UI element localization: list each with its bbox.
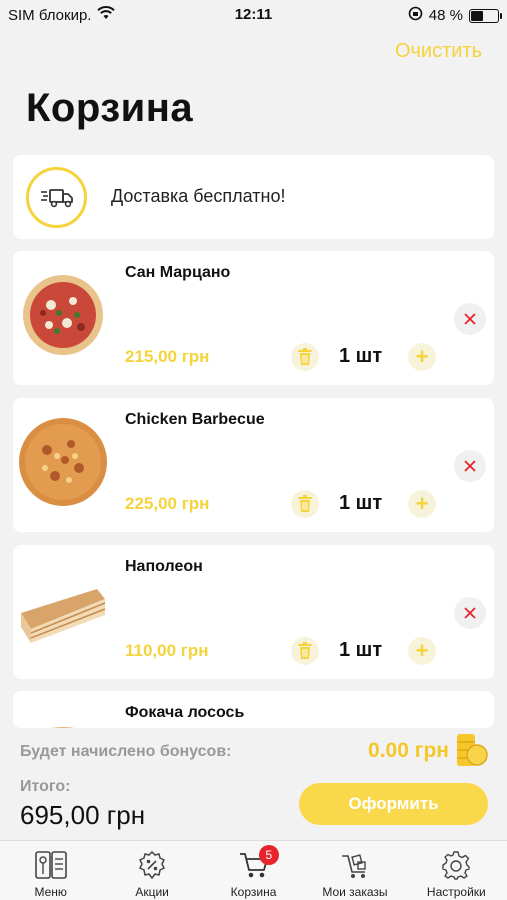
item-price: 215,00 грн xyxy=(125,347,210,366)
close-icon xyxy=(464,460,476,472)
orders-cart-icon xyxy=(337,847,373,883)
delivery-text: Доставка бесплатно! xyxy=(111,186,286,206)
coins-icon xyxy=(455,732,489,768)
pizza-image xyxy=(17,416,109,508)
rotation-lock-icon xyxy=(408,6,423,25)
focaccia-image xyxy=(17,709,109,728)
battery-icon xyxy=(469,8,502,23)
status-right: 48 % xyxy=(408,6,502,25)
truck-icon xyxy=(26,167,87,228)
item-name: Сан Марцано xyxy=(125,264,231,281)
tab-promotions[interactable]: Акции xyxy=(101,841,202,900)
item-name: Chicken Barbecue xyxy=(125,411,265,428)
plus-icon[interactable]: + xyxy=(408,490,436,518)
battery-percent: 48 % xyxy=(428,7,463,24)
total-value: 695,00 грн xyxy=(20,800,146,830)
item-quantity: 1 шт xyxy=(339,639,383,661)
tab-settings[interactable]: Настройки xyxy=(406,841,507,900)
trash-icon[interactable] xyxy=(291,343,319,371)
trash-icon[interactable] xyxy=(291,637,319,665)
cart-badge: 5 xyxy=(258,845,279,865)
remove-item-button[interactable] xyxy=(454,450,486,482)
item-price: 110,00 грн xyxy=(125,641,209,660)
cart-item: Chicken Barbecue 225,00 грн 1 шт + xyxy=(13,398,494,532)
trash-icon[interactable] xyxy=(291,490,319,518)
menu-book-icon xyxy=(33,847,69,883)
tab-label: Настройки xyxy=(426,885,486,899)
item-price: 225,00 грн xyxy=(125,494,210,513)
tab-label: Мои заказы xyxy=(322,885,388,899)
item-name: Фокача лосось xyxy=(125,704,245,721)
gear-icon xyxy=(438,847,474,883)
cart-item: Фокача лосось xyxy=(13,691,494,728)
battery-fill xyxy=(471,10,483,21)
delivery-card: Доставка бесплатно! xyxy=(13,155,494,239)
remove-item-button[interactable] xyxy=(454,597,486,629)
tab-bar: Меню Акции 5 Корзина Мои заказы Настройк… xyxy=(0,840,507,900)
tab-menu[interactable]: Меню xyxy=(0,841,101,900)
bonus-value: 0.00 грн xyxy=(368,739,449,762)
remove-item-button[interactable] xyxy=(454,303,486,335)
close-icon xyxy=(464,607,476,619)
cart-item: Наполеон 110,00 грн 1 шт + xyxy=(13,545,494,679)
close-icon xyxy=(464,313,476,325)
tab-cart[interactable]: 5 Корзина xyxy=(203,841,304,900)
discount-icon xyxy=(134,847,170,883)
plus-icon[interactable]: + xyxy=(408,637,436,665)
tab-orders[interactable]: Мои заказы xyxy=(304,841,405,900)
pizza-image xyxy=(17,269,109,361)
checkout-button[interactable]: Оформить xyxy=(299,783,488,825)
item-name: Наполеон xyxy=(125,558,203,575)
plus-icon[interactable]: + xyxy=(408,343,436,371)
tab-label: Акции xyxy=(135,885,169,899)
page-title: Корзина xyxy=(26,86,194,130)
item-quantity: 1 шт xyxy=(339,345,383,367)
order-summary: Будет начислено бонусов: 0.00 грн Итого:… xyxy=(0,728,507,840)
cart-item: Сан Марцано 215,00 грн 1 шт + xyxy=(13,251,494,385)
cake-image xyxy=(17,563,109,655)
item-quantity: 1 шт xyxy=(339,492,383,514)
clear-cart-button[interactable]: Очистить xyxy=(395,40,482,63)
status-bar: SIM блокир. 12:11 48 % xyxy=(0,0,507,30)
tab-label: Корзина xyxy=(230,885,277,899)
total-label: Итого: xyxy=(20,778,71,795)
bonus-label: Будет начислено бонусов: xyxy=(20,743,232,760)
tab-label: Меню xyxy=(34,885,67,899)
